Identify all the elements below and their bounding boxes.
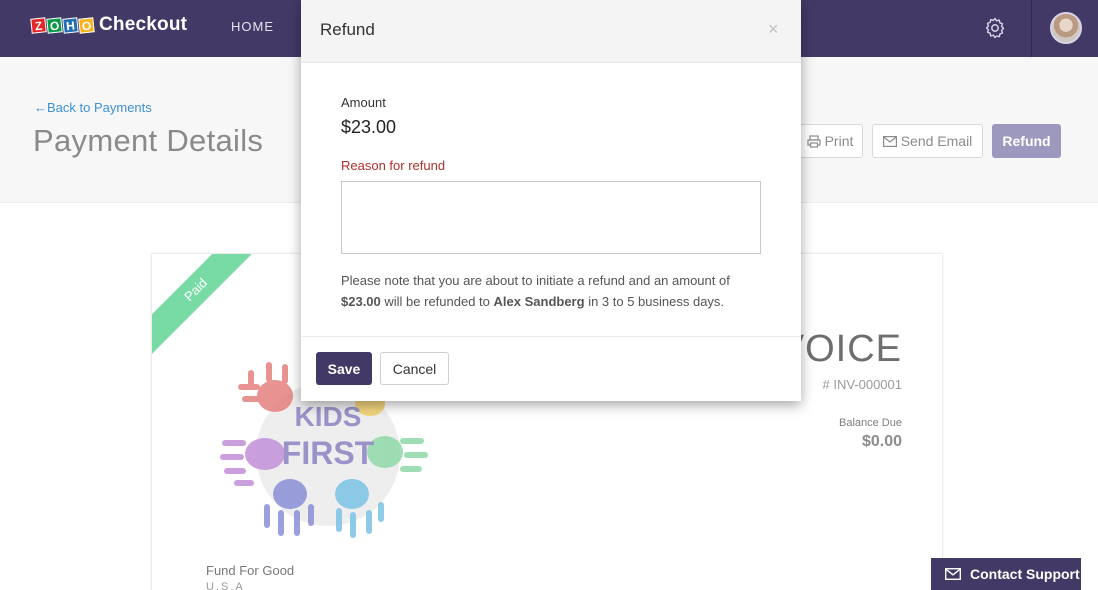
balance-due-value: $0.00 <box>861 433 902 450</box>
company-country: U.S.A <box>206 581 245 590</box>
nav-divider <box>1031 0 1032 57</box>
logo-letter: Z <box>30 16 47 34</box>
invoice-number: # INV-000001 <box>822 377 902 392</box>
close-icon[interactable]: × <box>768 19 779 40</box>
note-prefix: Please note that you are about to initia… <box>341 273 730 288</box>
svg-text:KIDS: KIDS <box>295 401 362 432</box>
refund-note: Please note that you are about to initia… <box>341 270 771 312</box>
user-avatar[interactable] <box>1050 12 1082 44</box>
amount-value: $23.00 <box>341 117 397 137</box>
balance-due-label: Balance Due <box>839 417 902 429</box>
cancel-button[interactable]: Cancel <box>380 352 449 385</box>
company-name: Fund For Good <box>206 563 295 578</box>
reason-textarea[interactable] <box>341 181 761 254</box>
print-label: Print <box>824 133 854 149</box>
page-title: Payment Details <box>33 123 264 158</box>
logo-letter: O <box>78 16 95 34</box>
note-middle: will be refunded to <box>384 294 490 309</box>
back-arrow-icon: ← <box>34 100 47 115</box>
svg-text:FIRST: FIRST <box>282 435 375 471</box>
amount-label: Amount <box>341 95 386 110</box>
refund-modal: Refund × Amount $23.00 Reason for refund… <box>301 0 801 401</box>
gear-icon[interactable] <box>983 16 1007 40</box>
refund-button[interactable]: Refund <box>992 124 1061 158</box>
note-customer: Alex Sandberg <box>493 294 585 309</box>
zoho-logo-letters: Z O H O <box>30 16 95 34</box>
send-email-button[interactable]: Send Email <box>872 124 983 158</box>
envelope-icon <box>882 135 897 147</box>
print-button[interactable]: Print <box>797 124 863 158</box>
back-to-payments-link[interactable]: ←Back to Payments <box>34 100 152 115</box>
modal-title: Refund <box>320 20 375 39</box>
printer-icon <box>806 134 821 148</box>
nav-home-link[interactable]: HOME <box>231 19 274 34</box>
modal-header: Refund × <box>301 0 801 63</box>
note-suffix: in 3 to 5 business days. <box>588 294 725 309</box>
note-amount: $23.00 <box>341 294 381 309</box>
logo-letter: H <box>62 16 79 34</box>
back-link-label: Back to Payments <box>47 100 152 115</box>
reason-label: Reason for refund <box>341 158 446 173</box>
paid-status-ribbon: Paid <box>152 254 263 357</box>
logo-letter: O <box>46 16 63 34</box>
modal-footer-divider <box>301 336 801 337</box>
send-email-label: Send Email <box>900 133 973 149</box>
save-button[interactable]: Save <box>316 352 372 385</box>
handprint-red <box>238 362 293 412</box>
zoho-checkout-logo[interactable]: Z O H O Checkout <box>30 14 188 36</box>
contact-support-button[interactable]: Contact Support <box>931 558 1081 590</box>
product-name: Checkout <box>99 14 188 35</box>
contact-support-label: Contact Support <box>970 566 1080 582</box>
envelope-icon <box>945 568 961 580</box>
